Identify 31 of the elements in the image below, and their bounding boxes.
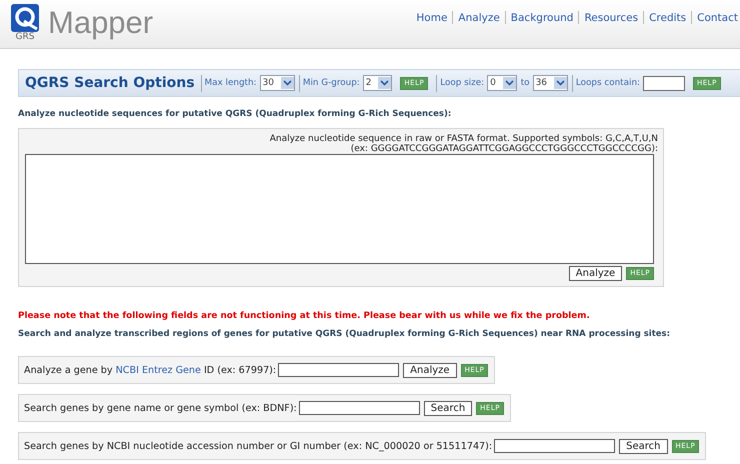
analyze-button[interactable]: Analyze (568, 266, 622, 281)
nav-link[interactable]: Credits (649, 12, 686, 24)
field-label: Search genes by NCBI nucleotide accession number or GI number (ex: NC_000020 or 51511747): (24, 440, 492, 452)
dropdown[interactable]: 2 (362, 75, 392, 91)
nav-link[interactable]: Resources (584, 12, 638, 24)
instruction-text: (ex: GGGGATCCGGGATAGGATTCGGAGGCCCTGGGCCCTGGCCCCGG): (350, 144, 658, 154)
option-label: Loop size: (440, 78, 484, 88)
nav-link[interactable]: Contact (697, 12, 738, 24)
field-label: Search genes by gene name or gene symbol (ex: BDNF): (24, 402, 297, 414)
dropdown[interactable]: 0 (487, 75, 517, 91)
search-button[interactable]: Analyze (403, 362, 457, 378)
site-title: Mapper (48, 5, 154, 41)
option-label: Max length: (204, 78, 257, 88)
field-label: Analyze a gene by NCBI Entrez Gene ID (ex: 67997): (24, 364, 276, 376)
dropdown[interactable]: 30 (260, 75, 295, 91)
nav-link[interactable]: Home (416, 12, 448, 24)
option-label: Min G-group: (302, 78, 360, 88)
options-title: QGRS Search Options (25, 75, 195, 91)
instruction-text: Analyze nucleotide sequence in raw or FASTA format. Supported symbols: G,C,A,T,U,N (268, 134, 658, 144)
search-button[interactable]: Search (619, 438, 668, 454)
nav-link[interactable]: Analyze (458, 12, 500, 24)
logo-text: GRS (16, 32, 34, 42)
section-heading: Search and analyze transcribed regions of genes for putative QGRS (Quadruplex forming G-Rich Sequences) near RNA processing sites: (18, 329, 672, 339)
section-heading: Analyze nucleotide sequences for putative QGRS (Quadruplex forming G-Rich Sequences): (18, 109, 452, 119)
option-label: Loops contain: (576, 78, 640, 88)
option-label: to (520, 78, 530, 88)
entrez-gene-link[interactable]: NCBI Entrez Gene (116, 364, 201, 376)
nav-link[interactable]: Background (510, 12, 574, 24)
warning-notice: Please note that the following fields are not functioning at this time. Please bear with us while we fix the problem. (18, 311, 591, 321)
search-button[interactable]: Search (424, 400, 472, 416)
dropdown[interactable]: 36 (532, 75, 568, 91)
